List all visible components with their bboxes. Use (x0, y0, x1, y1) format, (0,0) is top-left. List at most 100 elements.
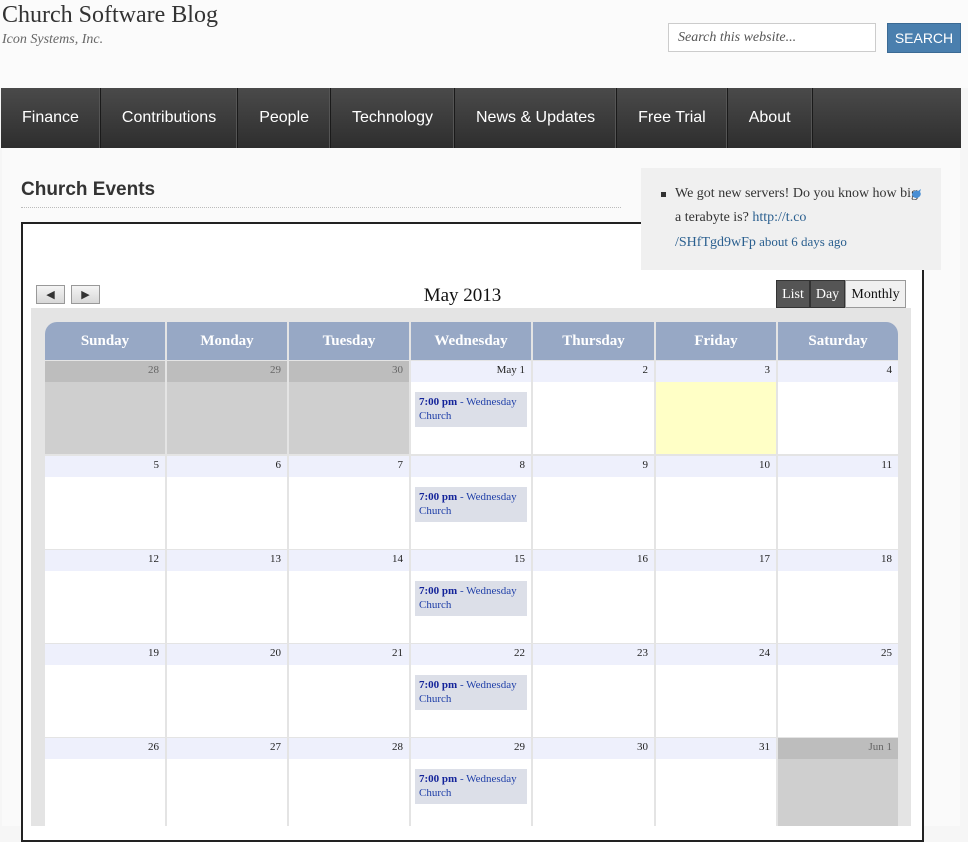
calendar-day-cell[interactable]: 20 (167, 644, 287, 737)
nav-about[interactable]: About (728, 88, 813, 148)
day-number: Jun 1 (868, 741, 892, 753)
calendar-day-cell[interactable]: 14 (289, 550, 409, 643)
day-number-bar: 10 (656, 456, 776, 477)
calendar-day-cell[interactable]: 6 (167, 456, 287, 549)
day-number-bar: 18 (778, 550, 898, 571)
day-number: 29 (270, 364, 281, 376)
day-number-bar: 6 (167, 456, 287, 477)
view-monthly-button[interactable]: Monthly (845, 280, 906, 308)
day-number-bar: 8 (411, 456, 531, 477)
main-nav: Finance Contributions People Technology … (1, 88, 961, 148)
calendar-day-cell[interactable]: 25 (778, 644, 898, 737)
calendar-day-cell[interactable]: Jun 1 (778, 738, 898, 826)
calendar-day-cell[interactable]: 22 7:00 pm - Wednesday Church (411, 644, 531, 737)
day-number: 13 (270, 553, 281, 565)
calendar-day-cell[interactable]: 15 7:00 pm - Wednesday Church (411, 550, 531, 643)
event-wednesday-church[interactable]: 7:00 pm - Wednesday Church (415, 675, 527, 710)
calendar-day-cell[interactable]: May 1 7:00 pm - Wednesday Church (411, 361, 531, 454)
day-number-bar: 24 (656, 644, 776, 665)
search-button[interactable]: SEARCH (887, 23, 961, 53)
prev-month-button[interactable]: ◀ (36, 285, 65, 304)
calendar-day-cell[interactable]: 7 (289, 456, 409, 549)
calendar-day-cell[interactable]: 9 (533, 456, 654, 549)
calendar-day-cell[interactable]: 12 (45, 550, 165, 643)
tweet-time[interactable]: about 6 days ago (756, 234, 847, 249)
calendar-day-cell[interactable]: 24 (656, 644, 776, 737)
calendar-day-cell[interactable]: 29 (167, 361, 287, 454)
site-title[interactable]: Church Software Blog (2, 1, 218, 29)
day-header-tuesday: Tuesday (289, 322, 409, 360)
day-number: 4 (886, 364, 893, 376)
calendar-day-cell[interactable]: 30 (289, 361, 409, 454)
tweet-item: We got new servers! Do you know how big … (675, 182, 925, 255)
event-wednesday-church[interactable]: 7:00 pm - Wednesday Church (415, 392, 527, 427)
day-number: 29 (514, 741, 525, 753)
view-day-button[interactable]: Day (810, 280, 845, 308)
day-number: 19 (148, 647, 159, 659)
calendar-day-cell[interactable]: 28 (289, 738, 409, 826)
nav-news-updates[interactable]: News & Updates (455, 88, 618, 148)
day-number-bar: 16 (533, 550, 654, 571)
calendar-day-cell[interactable]: 29 7:00 pm - Wednesday Church (411, 738, 531, 826)
calendar-day-cell[interactable]: 4 (778, 361, 898, 454)
calendar-day-cell[interactable]: 23 (533, 644, 654, 737)
view-list-button[interactable]: List (776, 280, 810, 308)
calendar-day-cell[interactable]: 17 (656, 550, 776, 643)
calendar-day-cell[interactable]: 30 (533, 738, 654, 826)
day-number-bar: 2 (533, 361, 654, 382)
day-number: 3 (764, 364, 771, 376)
calendar-day-cell[interactable]: 5 (45, 456, 165, 549)
day-number-bar: 22 (411, 644, 531, 665)
twitter-widget: We got new servers! Do you know how big … (641, 168, 941, 270)
day-number-bar: 21 (289, 644, 409, 665)
day-number: 23 (637, 647, 648, 659)
event-time[interactable]: 7:00 pm (419, 773, 457, 785)
day-number: 8 (519, 459, 526, 471)
nav-people[interactable]: People (238, 88, 332, 148)
day-number-bar: 4 (778, 361, 898, 382)
calendar-day-cell[interactable]: 28 (45, 361, 165, 454)
calendar-day-cell[interactable]: 2 (533, 361, 654, 454)
day-number: 24 (759, 647, 770, 659)
event-wednesday-church[interactable]: 7:00 pm - Wednesday Church (415, 769, 527, 804)
nav-technology[interactable]: Technology (331, 88, 455, 148)
calendar-day-cell[interactable]: 13 (167, 550, 287, 643)
day-number-bar: 3 (656, 361, 776, 382)
day-number: 7 (397, 459, 404, 471)
calendar-day-cell[interactable]: 27 (167, 738, 287, 826)
nav-finance[interactable]: Finance (1, 88, 101, 148)
day-header-saturday: Saturday (778, 322, 898, 360)
calendar-day-cell[interactable]: 10 (656, 456, 776, 549)
day-number-bar: 11 (778, 456, 898, 477)
day-number-bar: 31 (656, 738, 776, 759)
calendar-day-cell[interactable]: 18 (778, 550, 898, 643)
calendar-day-cell[interactable]: 3 (656, 361, 776, 454)
calendar-day-cell[interactable]: 11 (778, 456, 898, 549)
day-number: 21 (392, 647, 403, 659)
nav-free-trial[interactable]: Free Trial (617, 88, 728, 148)
tweet-link-line1[interactable]: http://t.co (752, 210, 806, 225)
event-time[interactable]: 7:00 pm (419, 585, 457, 597)
search-input[interactable] (668, 23, 876, 52)
calendar-day-cell[interactable]: 21 (289, 644, 409, 737)
calendar-day-cell[interactable]: 16 (533, 550, 654, 643)
day-number-bar: 19 (45, 644, 165, 665)
event-wednesday-church[interactable]: 7:00 pm - Wednesday Church (415, 581, 527, 616)
day-number: 17 (759, 553, 770, 565)
calendar-day-cell[interactable]: 8 7:00 pm - Wednesday Church (411, 456, 531, 549)
event-time[interactable]: 7:00 pm (419, 491, 457, 503)
event-time[interactable]: 7:00 pm (419, 396, 457, 408)
next-month-button[interactable]: ▶ (71, 285, 100, 304)
site-tagline: Icon Systems, Inc. (2, 32, 104, 47)
title-divider (21, 207, 621, 208)
event-time[interactable]: 7:00 pm (419, 679, 457, 691)
calendar-day-cell[interactable]: 26 (45, 738, 165, 826)
page-title: Church Events (21, 179, 156, 200)
event-wednesday-church[interactable]: 7:00 pm - Wednesday Church (415, 487, 527, 522)
tweet-link-line2[interactable]: /SHfTgd9wFp (675, 235, 756, 250)
day-number: 30 (637, 741, 648, 753)
day-number: 14 (392, 553, 403, 565)
nav-contributions[interactable]: Contributions (101, 88, 239, 148)
calendar-day-cell[interactable]: 19 (45, 644, 165, 737)
calendar-day-cell[interactable]: 31 (656, 738, 776, 826)
